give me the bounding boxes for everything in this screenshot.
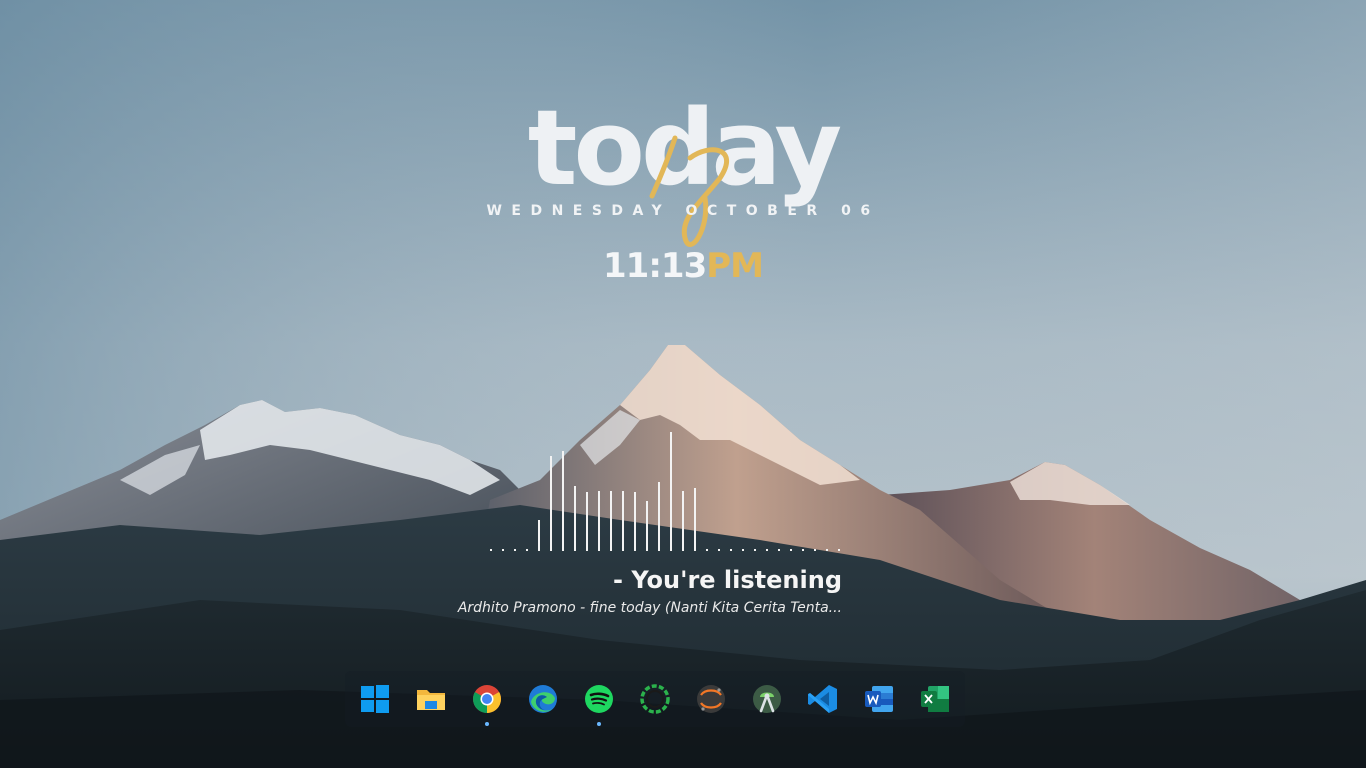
dock-item-edge[interactable] — [525, 681, 561, 717]
spectrum-dot — [718, 549, 720, 551]
circle-app-icon — [640, 684, 670, 714]
windows-icon — [361, 685, 389, 713]
chrome-icon — [473, 685, 501, 713]
spectrum-dot — [502, 549, 504, 551]
dock-item-android-studio[interactable] — [749, 681, 785, 717]
spectrum-bar — [562, 451, 564, 551]
date-text: WEDNESDAY OCTOBER 06 — [486, 203, 880, 219]
script-is-decoration — [649, 135, 729, 247]
spectrum-bar — [538, 520, 540, 551]
spectrum-bar — [646, 501, 648, 551]
spectrum-bar — [586, 492, 588, 551]
spectrum-bar — [658, 482, 660, 551]
now-playing-track[interactable]: Ardhito Pramono - fine today (Nanti Kita… — [458, 600, 842, 616]
clock-time: 11:13PM — [0, 246, 1366, 286]
vscode-icon — [808, 685, 837, 713]
excel-icon — [921, 686, 949, 712]
spectrum-dot — [730, 549, 732, 551]
folder-icon — [417, 690, 445, 710]
dock-item-spotify[interactable] — [581, 681, 617, 726]
now-playing-title: - You're listening — [613, 566, 842, 594]
spectrum-bar — [634, 492, 636, 551]
dock-item-jupyter[interactable] — [693, 681, 729, 717]
dock-item-file-explorer[interactable] — [413, 681, 449, 717]
spectrum-dot — [490, 549, 492, 551]
spectrum-dot — [778, 549, 780, 551]
spectrum-bar — [694, 488, 696, 551]
spectrum-bar — [682, 491, 684, 551]
android-studio-icon — [753, 685, 781, 713]
time-value: 11:13 — [603, 246, 707, 286]
running-indicator — [485, 722, 489, 726]
dock-item-circle-app[interactable] — [637, 681, 673, 717]
word-icon — [865, 686, 893, 712]
spectrum-bar — [670, 432, 672, 551]
spotify-icon — [585, 685, 613, 713]
spectrum-dot — [838, 549, 840, 551]
spectrum-dot — [754, 549, 756, 551]
dock-item-start[interactable] — [357, 681, 393, 717]
running-indicator — [597, 722, 601, 726]
audio-visualizer — [485, 420, 845, 555]
spectrum-dot — [526, 549, 528, 551]
spectrum-bar — [610, 491, 612, 551]
spectrum-bar — [622, 491, 624, 551]
clock-widget: today WEDNESDAY OCTOBER 06 11:13PM — [0, 0, 1366, 320]
spectrum-bar — [574, 486, 576, 551]
edge-icon — [529, 685, 557, 713]
spectrum-dot — [766, 549, 768, 551]
dock-item-vscode[interactable] — [805, 681, 841, 717]
spectrum-bar — [550, 456, 552, 551]
dock-item-chrome[interactable] — [469, 681, 505, 726]
dock-item-word[interactable] — [861, 681, 897, 717]
spectrum-dot — [742, 549, 744, 551]
spectrum-dot — [790, 549, 792, 551]
jupyter-icon — [697, 685, 725, 713]
time-ampm: PM — [706, 246, 764, 286]
dock-item-excel[interactable] — [917, 681, 953, 717]
spectrum-dot — [814, 549, 816, 551]
spectrum-dot — [706, 549, 708, 551]
spectrum-dot — [826, 549, 828, 551]
spectrum-dot — [802, 549, 804, 551]
spectrum-bar — [598, 491, 600, 551]
spectrum-dot — [514, 549, 516, 551]
app-dock — [345, 671, 965, 727]
